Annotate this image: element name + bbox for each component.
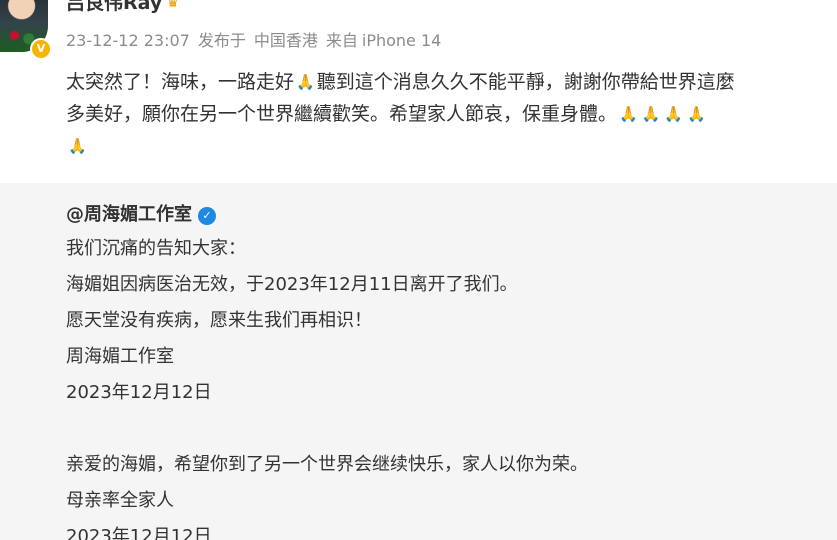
post-text-line-2: 多美好，願你在另一个世界繼續歡笑。希望家人節哀，保重身體。 🙏 🙏 🙏 🙏 [66, 98, 837, 130]
post-location: 中国香港 [253, 31, 318, 50]
repost-line-blank [66, 411, 588, 447]
post-text-segment: 多美好，願你在另一个世界繼續歡笑。希望家人節哀，保重身體。 [66, 103, 618, 125]
repost-line: 母亲率全家人 [66, 490, 174, 511]
blue-verified-icon: ✓ [198, 207, 216, 225]
repost-line: 我们沉痛的告知大家： [66, 238, 246, 259]
repost-line: 亲爱的海媚，希望你到了另一个世界会继续快乐，家人以你为荣。 [66, 454, 588, 475]
repost-line: 2023年12月12日 [66, 526, 212, 540]
repost-author-name[interactable]: @周海媚工作室 [66, 204, 192, 225]
post-text-segment: 太突然了！海味，一路走好 [66, 71, 295, 93]
post-text-segment: 聽到這个消息久久不能平靜，謝謝你帶給世界這麼 [316, 71, 735, 93]
post-text-line-3: 🙏 [66, 130, 837, 162]
crown-icon: ♛ [166, 0, 180, 11]
post-text-line-1: 太突然了！海味，一路走好 🙏 聽到這个消息久久不能平靜，謝謝你帶給世界這麼 [66, 66, 837, 98]
pray-emoji-icon: 🙏 [641, 105, 661, 123]
source-prefix: 来自 [325, 31, 358, 50]
published-label: 发布于 [197, 31, 246, 50]
pray-emoji-icon: 🙏 [619, 105, 638, 123]
verified-badge-icon: V [30, 38, 52, 60]
pray-emoji-icon: 🙏 [68, 137, 87, 155]
post-device: iPhone 14 [361, 31, 442, 50]
repost-line: 海媚姐因病医治无效，于2023年12月11日离开了我们。 [66, 274, 518, 295]
reposted-content: @周海媚工作室 ✓ 我们沉痛的告知大家： 海媚姐因病医治无效，于2023年12月1… [0, 183, 837, 540]
pray-emoji-icon: 🙏 [687, 105, 706, 123]
post-author[interactable]: 吕良伟Ray ♛ [66, 0, 180, 15]
repost-author[interactable]: @周海媚工作室 ✓ [66, 200, 216, 226]
post-meta: 23-12-12 23:07 发布于 中国香港 来自 iPhone 14 [66, 27, 449, 51]
pray-emoji-icon: 🙏 [296, 73, 315, 91]
repost-line: 2023年12月12日 [66, 382, 212, 403]
post-text: 太突然了！海味，一路走好 🙏 聽到這个消息久久不能平靜，謝謝你帶給世界這麼 多美好，… [66, 66, 837, 162]
weibo-post: V 吕良伟Ray ♛ 23-12-12 23:07 发布于 中国香港 来自 iPhone … [0, 0, 837, 183]
post-timestamp[interactable]: 23-12-12 23:07 [66, 31, 190, 50]
repost-line: 愿天堂没有疾病，愿来生我们再相识！ [66, 310, 372, 331]
username[interactable]: 吕良伟Ray [66, 0, 162, 14]
repost-line: 周海媚工作室 [66, 346, 174, 367]
repost-body: 我们沉痛的告知大家： 海媚姐因病医治无效，于2023年12月11日离开了我们。 … [66, 231, 588, 540]
pray-emoji-icon: 🙏 [664, 105, 684, 123]
